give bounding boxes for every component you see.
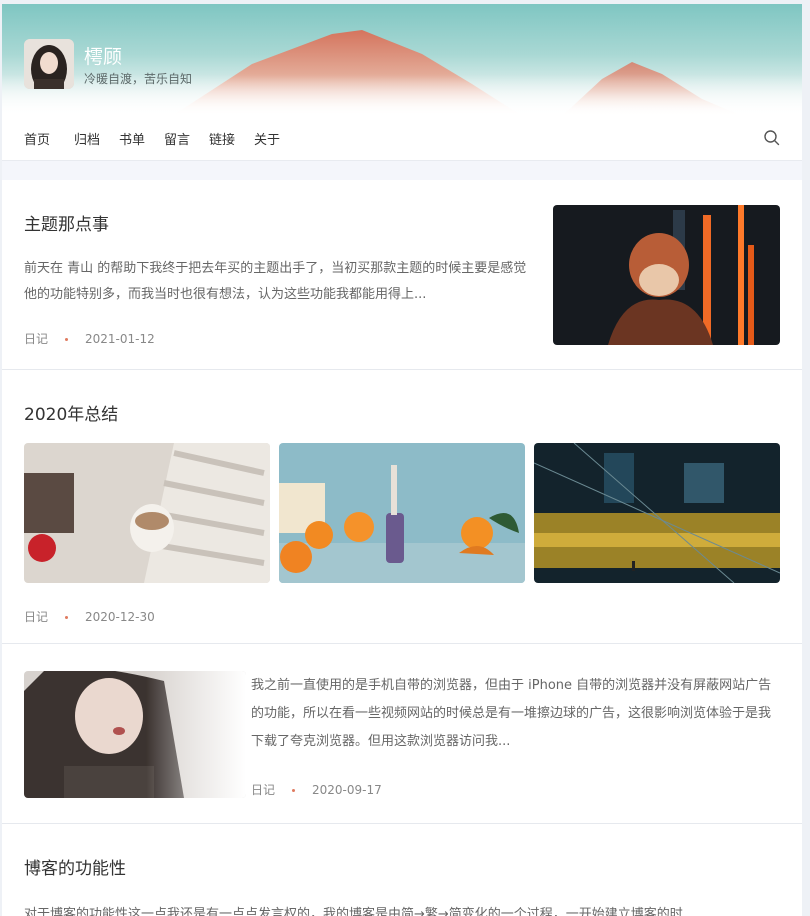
main-nav: 首页 归档 书单 留言 链接 关于 <box>2 116 802 160</box>
post-card[interactable]: 博客的功能性 对于博客的功能性这一点我还是有一点点发言权的，我的博客是由简→繁→… <box>2 824 802 916</box>
post-excerpt: 前天在 青山 的帮助下我终于把去年买的主题出手了，当初买那款主题的时候主要是感觉… <box>24 261 527 302</box>
post-meta: 日记 2020-12-30 <box>24 608 155 625</box>
header-banner: 樗顾 冷暖自渡，苦乐自知 <box>2 4 802 116</box>
gallery-image[interactable] <box>534 443 780 583</box>
separator-dot <box>292 789 296 792</box>
nav-divider <box>2 160 802 180</box>
post-card[interactable]: 2020年总结 日记 2020-12-30 <box>2 370 802 644</box>
post-card[interactable]: 我之前一直使用的是手机自带的浏览器，但由于 iPhone 自带的浏览器并没有屏蔽… <box>2 644 802 824</box>
page: 樗顾 冷暖自渡，苦乐自知 首页 归档 书单 留言 链接 关于 主题那点事 前天在… <box>2 4 802 916</box>
gallery-image[interactable] <box>24 443 270 583</box>
post-title[interactable]: 博客的功能性 <box>24 854 126 879</box>
post-category[interactable]: 日记 <box>24 610 48 624</box>
post-thumbnail[interactable] <box>24 671 246 798</box>
post-excerpt: 对于博客的功能性这一点我还是有一点点发言权的，我的博客是由简→繁→简变化的一个过… <box>24 907 683 916</box>
nav-home[interactable]: 首页 <box>24 129 50 148</box>
separator-dot <box>65 338 69 341</box>
post-date: 2021-01-12 <box>85 332 155 346</box>
nav-archive[interactable]: 归档 <box>74 129 100 148</box>
nav-about[interactable]: 关于 <box>254 129 280 148</box>
post-meta: 日记 2020-09-17 <box>251 781 382 798</box>
separator-dot <box>65 616 69 619</box>
site-subtitle: 冷暖自渡，苦乐自知 <box>84 72 193 86</box>
post-title[interactable]: 2020年总结 <box>24 400 118 425</box>
nav-guestbook[interactable]: 留言 <box>164 129 190 148</box>
nav-books[interactable]: 书单 <box>119 129 145 148</box>
post-date: 2020-09-17 <box>312 783 382 797</box>
post-card[interactable]: 主题那点事 前天在 青山 的帮助下我终于把去年买的主题出手了，当初买那款主题的时… <box>2 180 802 370</box>
post-category[interactable]: 日记 <box>24 332 48 346</box>
avatar[interactable] <box>24 39 74 89</box>
nav-links[interactable]: 链接 <box>209 129 235 148</box>
post-title[interactable]: 主题那点事 <box>24 210 109 235</box>
post-category[interactable]: 日记 <box>251 783 275 797</box>
post-thumbnail[interactable] <box>553 205 780 345</box>
site-title[interactable]: 樗顾 <box>84 42 122 69</box>
post-meta: 日记 2021-01-12 <box>24 330 155 347</box>
post-date: 2020-12-30 <box>85 610 155 624</box>
gallery-image[interactable] <box>279 443 525 583</box>
post-excerpt: 我之前一直使用的是手机自带的浏览器，但由于 iPhone 自带的浏览器并没有屏蔽… <box>251 678 772 749</box>
search-icon[interactable] <box>763 129 781 147</box>
